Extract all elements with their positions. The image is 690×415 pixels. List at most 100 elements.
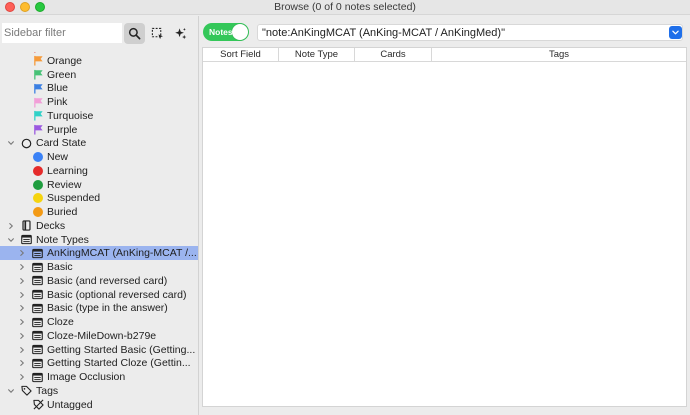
- search-mode-button[interactable]: [124, 23, 145, 44]
- chevron-right-icon: [20, 346, 24, 353]
- sidebar-item-label: Tags: [36, 384, 59, 397]
- note-type-icon: [31, 317, 43, 327]
- sidebar-item-tags[interactable]: Tags: [0, 384, 198, 398]
- chevron-down-icon: [8, 141, 14, 146]
- chevron-right-icon: [20, 360, 24, 367]
- sidebar-item-label: Basic (and reversed card): [47, 274, 168, 287]
- sidebar-item-decks[interactable]: Decks: [0, 219, 198, 233]
- column-header-cards[interactable]: Cards: [355, 48, 432, 62]
- sidebar-item-pink[interactable]: Pink: [0, 95, 198, 109]
- sidebar-item-suspended[interactable]: Suspended: [0, 191, 198, 205]
- sidebar-item-orange[interactable]: Orange: [0, 54, 198, 68]
- search-history-dropdown[interactable]: [669, 26, 682, 39]
- selection-icon: [151, 27, 163, 40]
- sidebar-item-label: Cloze-MileDown-b279e: [47, 329, 157, 342]
- sidebar-item-label: Getting Started Basic (Getting...: [47, 343, 196, 356]
- sidebar-item-card-state[interactable]: Card State: [0, 136, 198, 150]
- sidebar-item-getting-started-basic-getting[interactable]: Getting Started Basic (Getting...: [0, 343, 198, 357]
- sidebar-item-icon: [32, 398, 44, 412]
- sidebar-item-basic-and-reversed-card[interactable]: Basic (and reversed card): [0, 274, 198, 288]
- note-type-icon: [31, 289, 43, 300]
- sidebar-item-label: Purple: [47, 123, 78, 136]
- sidebar-item-icon: [32, 68, 44, 82]
- sidebar-item-new[interactable]: New: [0, 150, 198, 164]
- sidebar-item-image-occlusion[interactable]: Image Occlusion: [0, 370, 198, 384]
- column-header-note-type[interactable]: Note Type: [279, 48, 355, 62]
- sidebar-item-label: Basic: [47, 261, 73, 273]
- sidebar-item-label: Review: [47, 178, 82, 191]
- expand-toggle[interactable]: [7, 384, 15, 398]
- sidebar-item-label: Note Types: [36, 233, 89, 246]
- sidebar-item-learning[interactable]: Learning: [0, 164, 198, 178]
- toggle-knob: [232, 24, 248, 40]
- sidebar-item-review[interactable]: Review: [0, 178, 198, 192]
- notes-cards-toggle[interactable]: Notes: [203, 23, 249, 41]
- sidebar-item-green[interactable]: Green: [0, 68, 198, 82]
- sidebar-filter-input[interactable]: [2, 23, 122, 43]
- sidebar-item-icon: [31, 356, 43, 370]
- table-header: Sort Field Note Type Cards Tags: [203, 48, 686, 62]
- sidebar-item-note-types[interactable]: Note Types: [0, 233, 198, 247]
- sidebar-item-icon: [32, 178, 44, 192]
- sidebar-item-icon: [31, 246, 43, 260]
- expand-toggle[interactable]: [18, 370, 26, 384]
- note-type-icon: [31, 303, 43, 313]
- expand-toggle[interactable]: [7, 233, 15, 247]
- sidebar-item-icon: [32, 109, 44, 123]
- title-bar: Browse (0 of 0 notes selected): [0, 0, 690, 15]
- card-state-icon: [21, 138, 31, 149]
- sidebar-item-label: Green: [47, 68, 77, 81]
- sidebar-item-blue[interactable]: Blue: [0, 81, 198, 95]
- sidebar-item-icon: [31, 288, 43, 302]
- untagged-icon: [32, 399, 44, 410]
- expand-toggle[interactable]: [18, 315, 26, 329]
- expand-toggle[interactable]: [18, 356, 26, 370]
- ai-tools-button[interactable]: [170, 23, 191, 44]
- expand-toggle[interactable]: [18, 260, 26, 274]
- expand-toggle[interactable]: [18, 301, 26, 315]
- sidebar-item-purple[interactable]: Purple: [0, 123, 198, 137]
- sidebar-item-icon: [32, 95, 44, 109]
- sidebar-item-label: Turquoise: [47, 109, 94, 122]
- sidebar-item-basic[interactable]: Basic: [0, 260, 198, 274]
- chevron-right-icon: [20, 291, 24, 298]
- sidebar-item-turquoise[interactable]: Turquoise: [0, 109, 198, 123]
- sidebar-item-basic-type-in-the-answer[interactable]: Basic (type in the answer): [0, 301, 198, 315]
- sidebar-item-icon: [31, 274, 43, 288]
- note-type-icon: [31, 248, 43, 258]
- sidebar-item-label: Image Occlusion: [47, 371, 126, 383]
- sidebar-item-icon: [20, 384, 32, 398]
- sidebar-item-cloze-miledown-b279e[interactable]: Cloze-MileDown-b279e: [0, 329, 198, 343]
- expand-toggle[interactable]: [18, 274, 26, 288]
- sidebar-item-icon: [20, 219, 32, 233]
- column-header-tags[interactable]: Tags: [432, 48, 686, 62]
- sidebar-item-label: Decks: [36, 219, 66, 232]
- sidebar-item-ankingmcat-anking-mcat[interactable]: AnKingMCAT (AnKing-MCAT /...: [0, 246, 198, 261]
- sidebar-item-icon: [31, 329, 43, 343]
- notes-table[interactable]: Sort Field Note Type Cards Tags: [202, 47, 687, 407]
- sidebar-item-basic-optional-reversed-card[interactable]: Basic (optional reversed card): [0, 288, 198, 302]
- expand-toggle[interactable]: [18, 343, 26, 357]
- card-state-dot: [33, 207, 43, 217]
- sidebar-item-cloze[interactable]: Cloze: [0, 315, 198, 329]
- expand-toggle[interactable]: [18, 329, 26, 343]
- expand-toggle[interactable]: [7, 136, 15, 150]
- chevron-right-icon: [20, 374, 24, 380]
- sidebar-item-icon: [32, 191, 44, 205]
- flag-icon: [33, 111, 43, 121]
- expand-toggle[interactable]: [18, 288, 26, 302]
- note-type-icon: [31, 262, 43, 272]
- sidebar-item-getting-started-cloze-gettin[interactable]: Getting Started Cloze (Gettin...: [0, 356, 198, 370]
- note-type-icon: [31, 331, 43, 341]
- sidebar-item-label: Basic (optional reversed card): [47, 288, 187, 301]
- column-header-sort-field[interactable]: Sort Field: [203, 48, 279, 62]
- browser-search-input[interactable]: [257, 24, 683, 41]
- expand-toggle[interactable]: [7, 219, 15, 233]
- expand-toggle[interactable]: [18, 246, 26, 260]
- sidebar-item-untagged[interactable]: Untagged: [0, 398, 198, 412]
- window-title: Browse (0 of 0 notes selected): [274, 1, 416, 13]
- sidebar-item-buried[interactable]: Buried: [0, 205, 198, 219]
- select-mode-button[interactable]: [147, 23, 168, 44]
- card-state-dot: [33, 152, 43, 162]
- sidebar-item-label: Getting Started Cloze (Gettin...: [47, 357, 191, 370]
